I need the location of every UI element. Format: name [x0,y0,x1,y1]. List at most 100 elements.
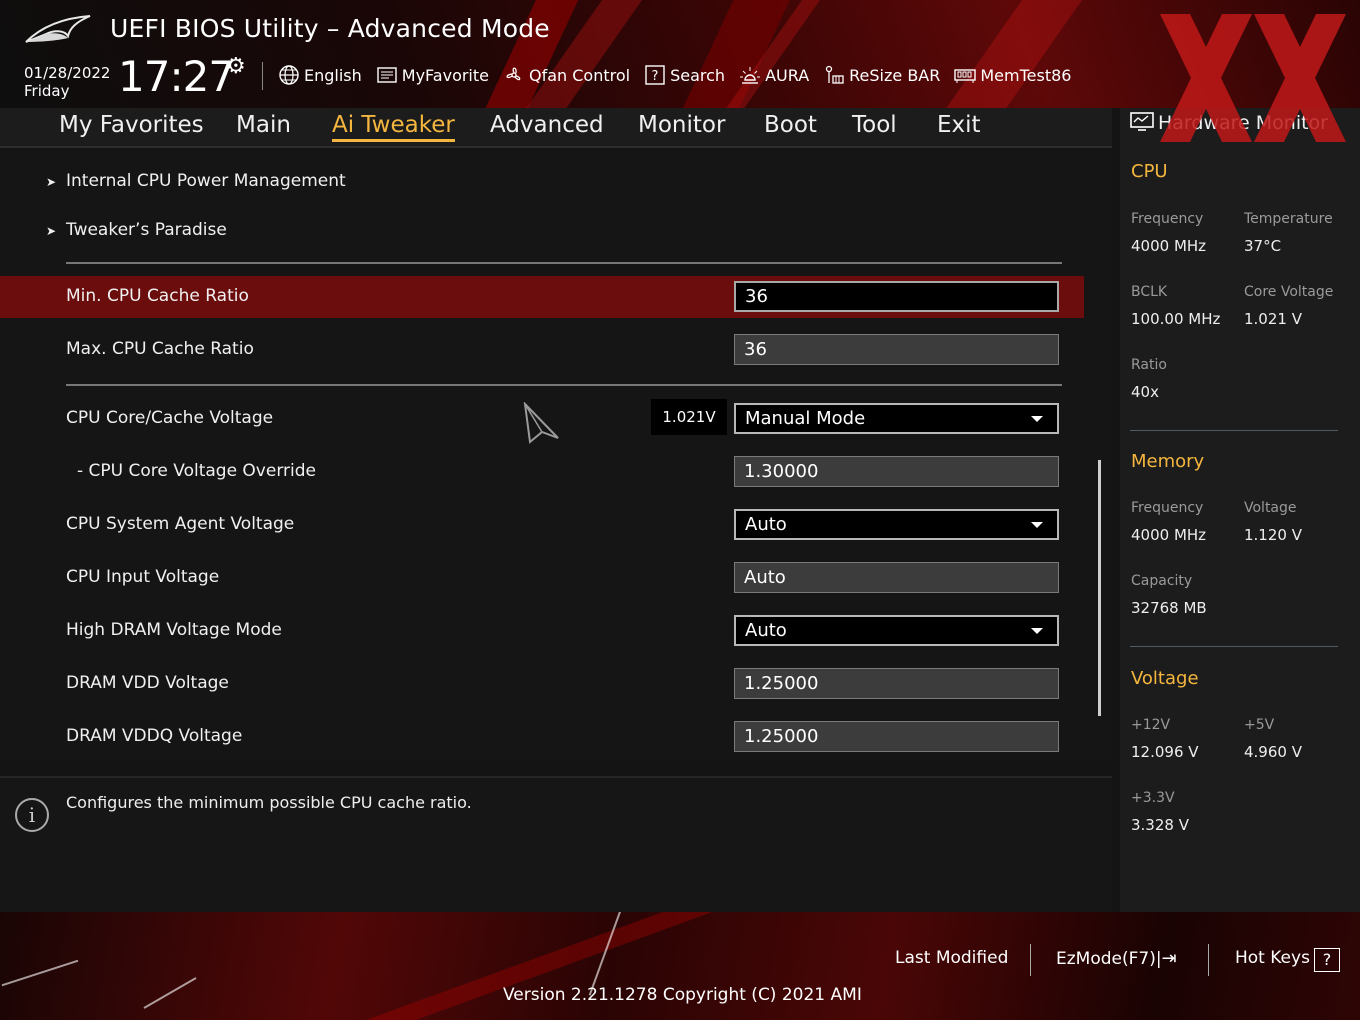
last-modified-button[interactable]: Last Modified [895,948,1008,968]
myfavorite-button[interactable]: MyFavorite [376,64,489,86]
capacity-value: 32768 MB [1131,599,1207,617]
memory-frequency-value: 4000 MHz [1131,526,1207,544]
tab-main[interactable]: Main [236,112,291,138]
help-panel: i Configures the minimum possible CPU ca… [0,776,1112,912]
language-label: English [304,65,362,85]
tab-boot[interactable]: Boot [764,112,817,138]
cpu-system-agent-voltage-dropdown[interactable]: Auto [734,509,1059,540]
tab-ai-tweaker[interactable]: Ai Tweaker [332,112,455,142]
section-divider [66,262,1062,264]
bclk-value: 100.00 MHz [1131,310,1221,328]
cpu-temperature-label: Temperature [1244,211,1333,227]
cpu-section-heading: CPU [1131,161,1168,182]
v12-label: +12V [1131,717,1171,733]
setting-label: DRAM VDD Voltage [66,673,229,693]
bclk-label: BCLK [1131,284,1168,300]
date-text: 01/28/2022 [24,64,111,82]
setting-row-dram-vdd-voltage[interactable]: DRAM VDD Voltage 1.25000 [0,663,1084,705]
memory-module-icon [954,69,977,83]
tab-monitor[interactable]: Monitor [638,112,725,138]
hot-keys-button[interactable]: Hot Keys? [1235,948,1340,972]
footer-bar: Last Modified EzMode(F7)|⇥ Hot Keys? Ver… [0,912,1360,1020]
ezmode-label: EzMode(F7)| [1056,949,1162,969]
ezmode-button[interactable]: EzMode(F7)|⇥ [1056,948,1177,969]
setting-row-cpu-input-voltage[interactable]: CPU Input Voltage Auto [0,557,1084,599]
aura-button[interactable]: AURA [739,64,809,86]
cpu-frequency-label: Frequency [1131,211,1204,227]
aura-light-icon [740,67,761,84]
tab-exit[interactable]: Exit [937,112,981,138]
setting-label: CPU Core/Cache Voltage [66,408,274,428]
question-mark-icon: ? [1313,948,1340,972]
max-cpu-cache-ratio-input[interactable]: 36 [734,334,1059,365]
setting-label: CPU Input Voltage [66,567,220,587]
memory-section-heading: Memory [1131,451,1205,472]
aura-label: AURA [765,65,810,85]
high-dram-voltage-mode-dropdown[interactable]: Auto [734,615,1059,646]
dram-vdd-voltage-input[interactable]: 1.25000 [734,668,1059,699]
dropdown-value: Auto [745,620,787,641]
setting-label: Min. CPU Cache Ratio [66,286,249,306]
setting-label: High DRAM Voltage Mode [66,620,282,640]
settings-scrollbar[interactable] [1098,460,1101,716]
search-help-icon: ? [645,65,665,85]
settings-panel: ➤ Internal CPU Power Management ➤ Tweaker’… [0,150,1112,766]
header-decoration [703,0,835,108]
svg-text:?: ? [652,69,659,84]
footer-divider [1030,944,1031,976]
setting-row-high-dram-voltage-mode[interactable]: High DRAM Voltage Mode Auto [0,610,1084,652]
monitor-icon [1130,112,1154,131]
qfan-control-button[interactable]: Qfan Control [503,64,630,86]
clock-display: 17:27 [118,52,235,101]
tab-my-favorites[interactable]: My Favorites [59,112,204,138]
setting-row-max-cpu-cache-ratio[interactable]: Max. CPU Cache Ratio 36 [0,329,1084,371]
language-button[interactable]: English [278,64,362,86]
hardware-monitor-label: Hardware Monitor [1158,112,1328,134]
dram-vddq-voltage-input[interactable]: 1.25000 [734,721,1059,752]
setting-label: DRAM VDDQ Voltage [66,726,243,746]
hardware-monitor-panel: Hardware Monitor CPU Frequency Temperatu… [1120,108,1360,912]
cpu-core-voltage-override-input[interactable]: 1.30000 [734,456,1059,487]
setting-row-cpu-system-agent-voltage[interactable]: CPU System Agent Voltage Auto [0,504,1084,546]
toolbar: English MyFavorite Qfan Control ? Search… [278,62,1071,88]
submenu-label: Tweaker’s Paradise [66,220,227,240]
dropdown-caret-icon [1031,628,1043,634]
qfan-label: Qfan Control [529,65,631,85]
myfavorite-label: MyFavorite [401,65,489,85]
submenu-internal-cpu-power-management[interactable]: ➤ Internal CPU Power Management [46,171,346,191]
capacity-label: Capacity [1131,573,1193,589]
submenu-label: Internal CPU Power Management [66,171,346,191]
section-divider [66,384,1062,386]
tab-advanced[interactable]: Advanced [490,112,604,138]
setting-row-cpu-core-voltage-override[interactable]: - CPU Core Voltage Override 1.30000 [0,451,1084,493]
setting-label: Max. CPU Cache Ratio [66,339,254,359]
setting-row-min-cpu-cache-ratio[interactable]: Min. CPU Cache Ratio 36 [0,276,1084,318]
tab-tool[interactable]: Tool [852,112,897,138]
memtest-label: MemTest86 [980,65,1072,85]
header-bar: UEFI BIOS Utility – Advanced Mode 01/28/… [0,0,1360,108]
chevron-right-icon: ➤ [46,175,57,189]
memtest-button[interactable]: MemTest86 [954,64,1071,86]
cpu-temperature-value: 37°C [1244,237,1282,255]
cpu-input-voltage-input[interactable]: Auto [734,562,1059,593]
search-button[interactable]: ? Search [644,64,725,86]
help-description: Configures the minimum possible CPU cach… [66,793,472,812]
header-decoration [923,0,1097,108]
cpu-core-cache-voltage-dropdown[interactable]: Manual Mode [734,403,1059,434]
search-label: Search [670,65,726,85]
memory-voltage-value: 1.120 V [1244,526,1302,544]
dropdown-value: Auto [745,514,787,535]
resize-bar-button[interactable]: ReSize BAR [823,64,940,86]
min-cpu-cache-ratio-input[interactable]: 36 [734,281,1059,312]
voltage-section-heading: Voltage [1131,668,1199,689]
version-text: Version 2.21.1278 Copyright (C) 2021 AMI [503,985,862,1005]
v12-value: 12.096 V [1131,743,1199,761]
submenu-tweakers-paradise[interactable]: ➤ Tweaker’s Paradise [46,220,227,240]
resize-bar-icon [825,65,844,84]
clock-settings-gear-icon[interactable]: ⚙ [226,54,246,79]
v5-value: 4.960 V [1244,743,1302,761]
setting-row-dram-vddq-voltage[interactable]: DRAM VDDQ Voltage 1.25000 [0,716,1084,758]
chevron-right-icon: ➤ [46,224,57,238]
footer-decoration [1,959,79,987]
v33-label: +3.3V [1131,790,1175,806]
